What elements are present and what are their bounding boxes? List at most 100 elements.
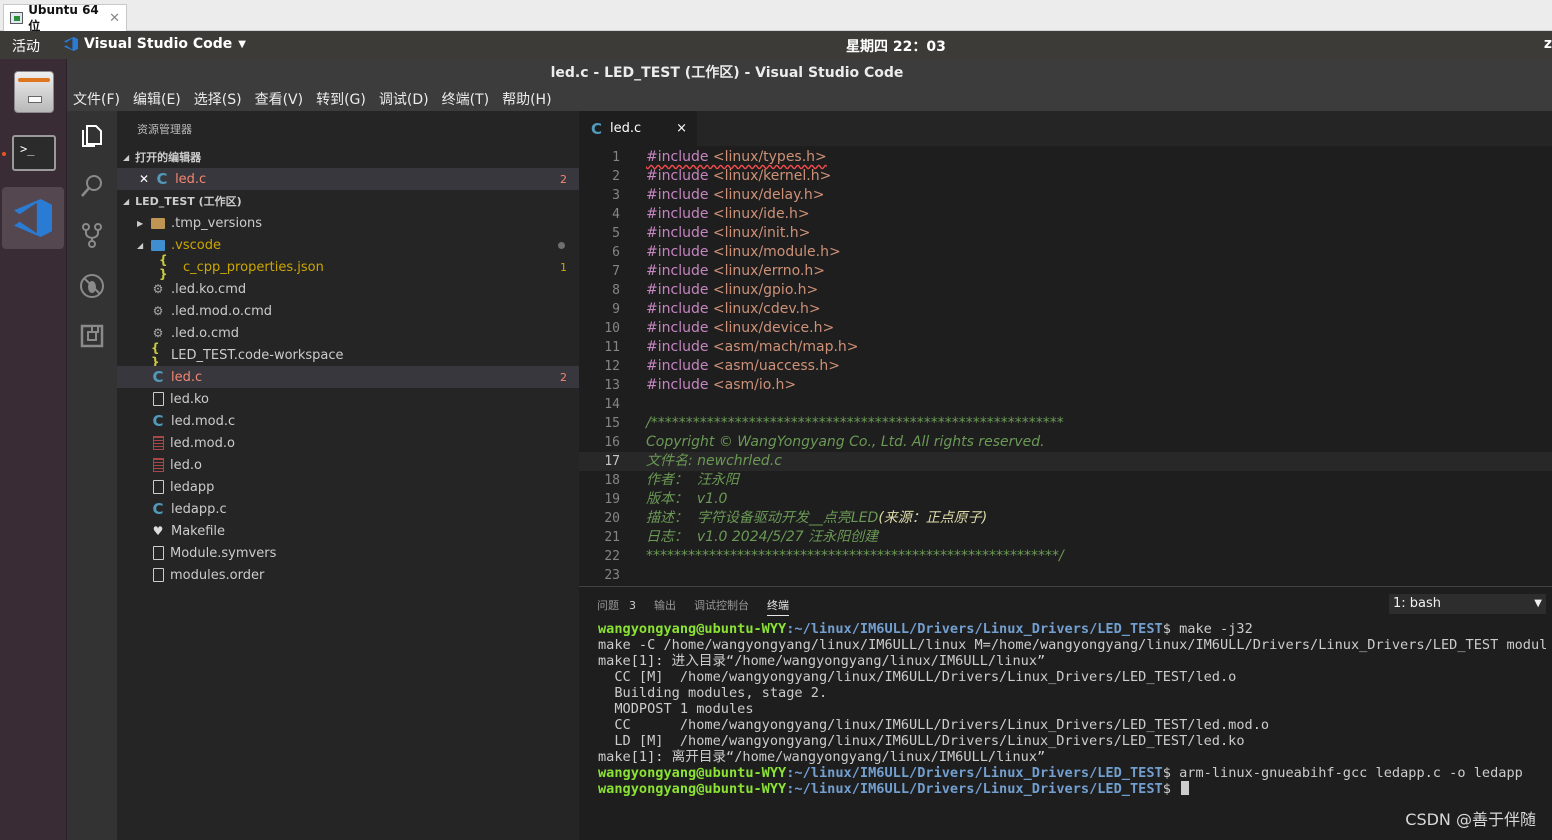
explorer-icon[interactable]: [79, 123, 105, 149]
editor-area: C led.c × 1 #include <linux/types.h> 2 #inc…: [579, 111, 1552, 586]
code-line[interactable]: 21 日志： v1.0 2024/5/27 汪永阳创建: [579, 528, 1552, 547]
menu-debug[interactable]: 调试(D): [379, 89, 429, 109]
section-label: LED_TEST (工作区): [135, 195, 242, 208]
tab-close-icon[interactable]: ×: [676, 121, 687, 136]
menu-help[interactable]: 帮助(H): [502, 89, 551, 109]
makefile-icon: ♥: [152, 524, 164, 538]
tree-file[interactable]: C led.mod.c: [117, 410, 579, 432]
activity-bar: [67, 111, 117, 840]
file-name: led.mod.c: [171, 413, 236, 429]
line-number: 12: [604, 359, 620, 374]
code-line[interactable]: 23: [579, 566, 1552, 585]
code-line[interactable]: 15 /*************************************…: [579, 414, 1552, 433]
code-line[interactable]: 13 #include <asm/io.h>: [579, 376, 1552, 395]
line-source: #include <linux/cdev.h>: [646, 300, 821, 319]
menubar: 文件(F) 编辑(E) 选择(S) 查看(V) 转到(G) 调试(D) 终端(T…: [67, 87, 1552, 111]
menu-go[interactable]: 转到(G): [316, 89, 366, 109]
code-line[interactable]: 22 **************************************…: [579, 547, 1552, 566]
code-line[interactable]: 14: [579, 395, 1552, 414]
close-icon[interactable]: ✕: [139, 172, 149, 186]
open-editor-item[interactable]: ✕ C led.c 2: [117, 168, 579, 190]
dock-vscode-app[interactable]: [2, 187, 64, 249]
code-line[interactable]: 20 描述： 字符设备驱动开发__点亮LED(来源：正点原子): [579, 509, 1552, 528]
tree-file[interactable]: ⚙ .led.mod.o.cmd: [117, 300, 579, 322]
terminal-text: LD [M] /home/wangyongyang/linux/IM6ULL/D…: [598, 733, 1245, 749]
tree-file[interactable]: led.ko: [117, 388, 579, 410]
tab-problems[interactable]: 问题 3: [597, 597, 636, 616]
tree-file[interactable]: ♥ Makefile: [117, 520, 579, 542]
source-control-icon[interactable]: [79, 222, 105, 248]
code-line[interactable]: 18 作者： 汪永阳: [579, 471, 1552, 490]
terminal-text: Building modules, stage 2.: [598, 685, 828, 701]
workspace-header[interactable]: ◢ LED_TEST (工作区): [117, 191, 579, 211]
code-line[interactable]: 12 #include <asm/uaccess.h>: [579, 357, 1552, 376]
code-line[interactable]: 11 #include <asm/mach/map.h>: [579, 338, 1552, 357]
line-source: #include <asm/uaccess.h>: [646, 357, 840, 376]
window-title: led.c - LED_TEST (工作区) - Visual Studio C…: [67, 59, 1552, 87]
code-line[interactable]: 19 版本： v1.0: [579, 490, 1552, 509]
terminal-output[interactable]: wangyongyang@ubuntu-WYY:~/linux/IM6ULL/D…: [598, 621, 1548, 797]
dock-terminal-app[interactable]: >_: [4, 125, 62, 183]
dock-files-app[interactable]: [4, 63, 62, 121]
menu-view[interactable]: 查看(V): [255, 89, 304, 109]
file-name: LED_TEST.code-workspace: [171, 347, 344, 363]
tab-output[interactable]: 输出: [654, 597, 676, 616]
code-line[interactable]: 2 #include <linux/kernel.h>: [579, 167, 1552, 186]
code-line[interactable]: 7 #include <linux/errno.h>: [579, 262, 1552, 281]
tree-file[interactable]: Module.symvers: [117, 542, 579, 564]
tree-file[interactable]: { } c_cpp_properties.json 1: [117, 253, 579, 281]
tree-file[interactable]: modules.order: [117, 564, 579, 586]
tree-file[interactable]: { } LED_TEST.code-workspace: [117, 341, 579, 369]
tree-file[interactable]: led.mod.o: [117, 432, 579, 454]
file-name: led.c: [175, 171, 207, 187]
keyword-text: #include: [646, 301, 709, 317]
code-line[interactable]: 8 #include <linux/gpio.h>: [579, 281, 1552, 300]
tree-file[interactable]: ⚙ .led.o.cmd: [117, 322, 579, 344]
extensions-icon[interactable]: [79, 323, 105, 349]
comment-text: 描述： 字符设备驱动开发__点亮LED: [646, 510, 879, 526]
line-number: 10: [604, 321, 620, 336]
tree-file[interactable]: led.o: [117, 454, 579, 476]
code-line[interactable]: 10 #include <linux/device.h>: [579, 319, 1552, 338]
menu-terminal[interactable]: 终端(T): [442, 89, 489, 109]
tree-file[interactable]: ledapp: [117, 476, 579, 498]
tab-debug-console[interactable]: 调试控制台: [694, 597, 749, 616]
file-name: .led.ko.cmd: [171, 281, 247, 297]
code-line[interactable]: 17 文件名: newchrled.c: [579, 452, 1552, 471]
file-name: led.c: [171, 369, 203, 385]
vm-tab-close-icon[interactable]: ✕: [109, 11, 120, 26]
code-editor[interactable]: 1 #include <linux/types.h> 2 #include <linu…: [579, 146, 1552, 586]
code-line[interactable]: 3 #include <linux/delay.h>: [579, 186, 1552, 205]
code-line[interactable]: 9 #include <linux/cdev.h>: [579, 300, 1552, 319]
tree-file[interactable]: ⚙ .led.ko.cmd: [117, 278, 579, 300]
code-line[interactable]: 5 #include <linux/init.h>: [579, 224, 1552, 243]
line-source: #include <linux/errno.h>: [646, 262, 825, 281]
code-line[interactable]: 16 Copyright © WangYongyang Co., Ltd. All…: [579, 433, 1552, 452]
terminal-select[interactable]: 1: bash ▼: [1389, 594, 1546, 614]
menu-edit[interactable]: 编辑(E): [133, 89, 181, 109]
menu-selection[interactable]: 选择(S): [194, 89, 242, 109]
vm-tab[interactable]: Ubuntu 64 位 ✕: [3, 3, 127, 33]
tab-led-c[interactable]: C led.c ×: [579, 111, 697, 146]
debug-icon[interactable]: [79, 273, 105, 299]
tree-folder[interactable]: ▶ .tmp_versions: [117, 212, 579, 234]
app-menu[interactable]: Visual Studio Code ▼: [64, 36, 246, 52]
clock[interactable]: 星期四 22：03: [846, 36, 946, 56]
c-file-icon: C: [156, 170, 168, 188]
terminal-line: wangyongyang@ubuntu-WYY:~/linux/IM6ULL/D…: [598, 765, 1548, 781]
menu-file[interactable]: 文件(F): [73, 89, 120, 109]
launcher-dock: >_: [0, 59, 67, 840]
tree-file[interactable]: C led.c 2: [117, 366, 579, 388]
code-line[interactable]: 6 #include <linux/module.h>: [579, 243, 1552, 262]
prompt-user: wangyongyang@ubuntu-WYY: [598, 781, 787, 797]
activities-button[interactable]: 活动: [12, 36, 40, 56]
keyword-text: #include: [646, 339, 709, 355]
code-line[interactable]: 4 #include <linux/ide.h>: [579, 205, 1552, 224]
tree-file[interactable]: C ledapp.c: [117, 498, 579, 520]
tree-folder[interactable]: ◢ .vscode: [117, 234, 579, 256]
terminal-line: LD [M] /home/wangyongyang/linux/IM6ULL/D…: [598, 733, 1548, 749]
tab-terminal[interactable]: 终端: [767, 597, 789, 616]
open-editors-header[interactable]: ◢ 打开的编辑器: [117, 147, 579, 167]
code-line[interactable]: 1 #include <linux/types.h>: [579, 148, 1552, 167]
search-icon[interactable]: [79, 173, 105, 199]
